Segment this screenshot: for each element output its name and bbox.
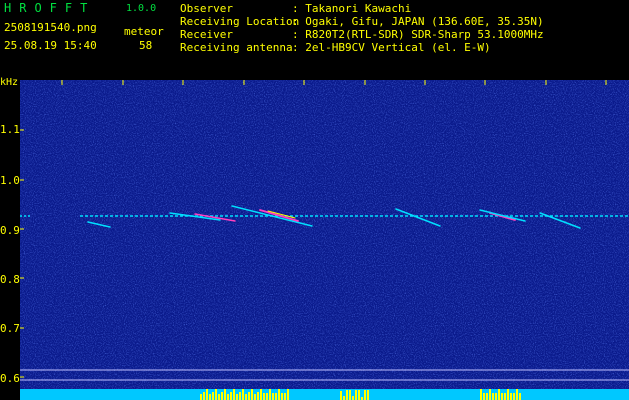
y-tick-label: 0.8 (0, 273, 20, 286)
spectrogram (20, 80, 629, 400)
level-peak (266, 393, 268, 400)
level-peak (284, 393, 286, 400)
level-peak (346, 390, 348, 400)
level-bar (20, 389, 629, 400)
level-peak (513, 393, 515, 400)
info-antenna: Receiving antenna: 2el-HB9CV Vertical (e… (180, 41, 491, 54)
level-peak (254, 394, 256, 400)
info-key: Receiving Location (180, 15, 300, 28)
level-peak (203, 392, 205, 400)
info-key: Receiving antenna (180, 41, 293, 54)
meteor-label: meteor (124, 25, 164, 38)
level-peak (272, 393, 274, 400)
level-peak (504, 393, 506, 400)
info-receiver: Receiver : R820T2(RTL-SDR) SDR-Sharp 53.1… (180, 28, 544, 41)
level-peak (227, 394, 229, 400)
level-peak (364, 390, 366, 400)
level-peak (212, 392, 214, 400)
level-peak (367, 390, 369, 400)
app-version: 1.0.0 (126, 3, 157, 14)
level-peak (218, 394, 220, 400)
meteor-count: 58 (139, 39, 153, 52)
level-peak (355, 390, 357, 400)
level-peak (510, 393, 512, 400)
y-axis-unit: kHz (0, 77, 19, 88)
level-peak (251, 389, 253, 400)
y-tick-label: 0.6 (0, 372, 20, 385)
info-value: : R820T2(RTL-SDR) SDR-Sharp 53.1000MHz (292, 28, 544, 41)
info-key: Receiver (180, 28, 233, 41)
level-peak (349, 390, 351, 400)
level-peak (236, 394, 238, 400)
level-peak (248, 392, 250, 400)
y-tick-label: 0.7 (0, 322, 20, 335)
level-peak (486, 393, 488, 400)
level-peak (257, 392, 259, 400)
level-peak (221, 392, 223, 400)
level-peak (224, 389, 226, 400)
level-peak (480, 389, 482, 400)
level-peak (206, 389, 208, 400)
info-value: : Takanori Kawachi (292, 2, 412, 15)
y-tick-label: 0.9 (0, 224, 20, 237)
level-peak (352, 396, 354, 400)
level-peak (516, 389, 518, 400)
level-peak (340, 391, 342, 400)
level-peak (498, 389, 500, 400)
info-key: Observer (180, 2, 233, 15)
level-peak (501, 393, 503, 400)
level-peak (260, 389, 262, 400)
info-value: : Ogaki, Gifu, JAPAN (136.60E, 35.35N) (292, 15, 544, 28)
level-peak (230, 392, 232, 400)
level-peak (242, 389, 244, 400)
level-peak (215, 389, 217, 400)
y-tick-label: 1.0 (0, 174, 20, 187)
app-name: HROFFT (4, 1, 96, 15)
level-peak (278, 389, 280, 400)
level-peak (269, 389, 271, 400)
level-peak (358, 390, 360, 400)
info-location: Receiving Location: Ogaki, Gifu, JAPAN (… (180, 15, 544, 28)
level-peak (263, 393, 265, 400)
level-peak (483, 393, 485, 400)
y-tick-label: 1.1 (0, 123, 20, 136)
level-peak (492, 393, 494, 400)
filename: 2508191540.png (4, 21, 97, 34)
level-peak (200, 394, 202, 400)
level-peak (233, 389, 235, 400)
level-peak (489, 389, 491, 400)
level-peak (343, 396, 345, 400)
level-peak (519, 393, 521, 400)
info-value: : 2el-HB9CV Vertical (el. E-W) (292, 41, 491, 54)
info-observer: Observer : Takanori Kawachi (180, 2, 411, 15)
level-peak (239, 392, 241, 400)
level-peak (281, 393, 283, 400)
level-peak (275, 393, 277, 400)
spectrogram-noise (20, 80, 629, 400)
level-peak (507, 389, 509, 400)
level-peak (495, 393, 497, 400)
datetime: 25.08.19 15:40 (4, 39, 97, 52)
level-peak (245, 394, 247, 400)
level-peak (209, 394, 211, 400)
level-peak (287, 389, 289, 400)
